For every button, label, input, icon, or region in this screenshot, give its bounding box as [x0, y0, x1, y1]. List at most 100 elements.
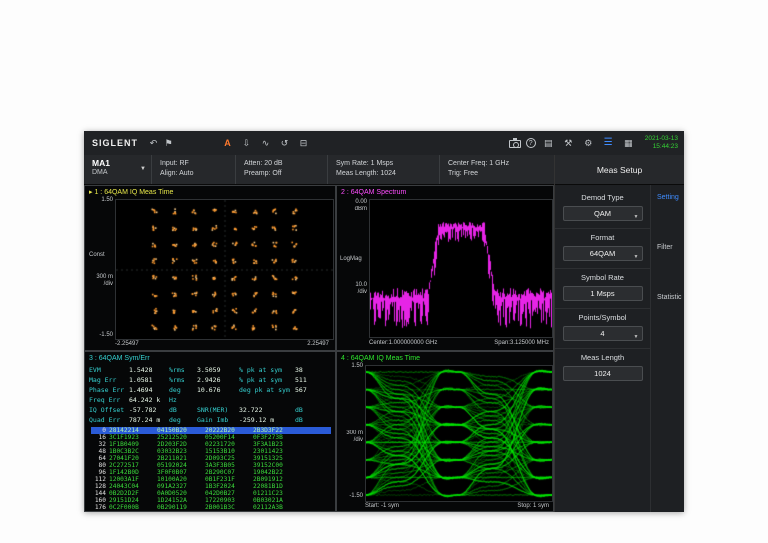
- symbol-table-row[interactable]: 0 28142214 04150B20 20222B20 2B3D3F22: [91, 427, 331, 434]
- metric-row: Quad Err 787.24 m deg Gain Imb -259.12 m dB: [89, 415, 333, 425]
- symbol-index: 0: [102, 427, 106, 434]
- symbol-table-row[interactable]: 16 3C1F1923 25212520 05200F14 0F3F273B: [91, 434, 331, 441]
- metric-row: EVM 1.5428 %rms 3.5059 % pk at sym 38: [89, 365, 333, 375]
- symbol-hex-group: 17220903: [205, 497, 235, 504]
- symbol-table-row[interactable]: 176 0C2F000B 0B290119 2B001B3C 02112A3B: [91, 504, 331, 511]
- symbol-index: 64: [98, 455, 106, 462]
- undo-icon[interactable]: ↶: [146, 135, 161, 151]
- menu-icon[interactable]: ☰: [601, 135, 616, 151]
- window-spectrum[interactable]: 2 : 64QAM Spectrum 0.00 dBm LogMag 10.0 …: [336, 185, 554, 351]
- clock-time: 15:44:23: [652, 143, 678, 150]
- window-title-text: 4 : 64QAM IQ Meas Time: [341, 355, 420, 362]
- symbol-table-row[interactable]: 32 1F1B0409 2D203F2D 02231720 3F3A1B23: [91, 441, 331, 448]
- ref-level-label: 0.00: [355, 199, 367, 205]
- symbol-hex-group: 01211C23: [253, 490, 283, 497]
- metric-cell: 787.24 m: [129, 416, 161, 424]
- symbol-hex-group: 05192024: [157, 462, 187, 469]
- symbol-hex-table: 0 28142214 04150B20 20222B20 2B3D3F22 16 3C1F1…: [91, 427, 331, 511]
- symbol-table-row[interactable]: 160 29151D24 1D24152A 17220903 0B03021A: [91, 497, 331, 504]
- symbol-table-row[interactable]: 96 1F142B0D 3F0F0B07 2B290C07 19042B22: [91, 469, 331, 476]
- symbol-table-row[interactable]: 48 1B0C3B2C 03032B23 15153B10 23011423: [91, 448, 331, 455]
- status-line: Meas Length: 1024: [336, 170, 396, 177]
- x-axis-stop-label: Stop: 1 sym: [517, 503, 549, 509]
- eye-diagram-plot[interactable]: [365, 365, 553, 502]
- dropdown-value: 64QAM: [589, 249, 616, 258]
- history-icon[interactable]: ↺: [277, 135, 292, 151]
- status-bar: MA1 DMA ▼ Input: RF Align: Auto Atten: 2…: [84, 155, 554, 185]
- symbol-table-row[interactable]: 64 27041F20 2B211021 2D093C25 39151325: [91, 455, 331, 462]
- chevron-down-icon: ▼: [140, 166, 146, 172]
- display-icon[interactable]: ⊟: [296, 135, 311, 151]
- symbol-hex-group: 3F3A1B23: [253, 441, 283, 448]
- symbol-hex-group: 29151D24: [109, 497, 139, 504]
- window-eye-diagram[interactable]: 4 : 64QAM IQ Meas Time 1.50 300 m /div -…: [336, 351, 554, 512]
- meas-length-field[interactable]: 1024: [562, 366, 643, 381]
- tab-filter[interactable]: Filter: [657, 244, 684, 251]
- metric-cell: 3.5059: [197, 366, 221, 374]
- y-axis-bottom-label: -1.50: [349, 493, 363, 499]
- field-value: 1 Msps: [590, 289, 615, 298]
- symbol-index: 128: [94, 483, 106, 490]
- symbol-index: 96: [98, 469, 106, 476]
- symbol-table-row[interactable]: 112 12003A1F 10100A20 0B1F231F 2B091912: [91, 476, 331, 483]
- tools-icon[interactable]: ⚒: [561, 135, 576, 151]
- window-sym-err[interactable]: 3 : 64QAM Sym/Err EVM 1.5428 %rms 3.5059 % p…: [84, 351, 336, 512]
- scale-label: 300 m: [96, 274, 113, 280]
- measurement-grid: ▸ 1 : 64QAM IQ Meas Time 1.50 Const 300 …: [84, 185, 554, 512]
- symbol-hex-group: 3A3F3B05: [205, 462, 235, 469]
- group-label: Format: [590, 233, 615, 242]
- metric-cell: % pk at sym: [239, 366, 283, 374]
- symbol-index: 144: [94, 490, 106, 497]
- symbol-hex-group: 0B1F231F: [205, 476, 235, 483]
- signal-icon[interactable]: ∿: [258, 135, 273, 151]
- screenshot-camera-icon[interactable]: [508, 137, 521, 148]
- metric-cell: -259.12 m: [239, 416, 275, 424]
- symbol-hex-group: 2D093C25: [205, 455, 235, 462]
- format-dropdown[interactable]: 64QAM ▼: [562, 246, 643, 261]
- symbol-rate-field[interactable]: 1 Msps: [562, 286, 643, 301]
- metric-cell: SNR(MER): [197, 406, 229, 414]
- help-icon[interactable]: ?: [525, 138, 536, 148]
- symbol-hex-group: 25212520: [157, 434, 187, 441]
- symbol-index: 32: [98, 441, 106, 448]
- tab-setting[interactable]: Setting: [657, 194, 684, 201]
- metric-cell: [295, 395, 333, 405]
- auto-tune-icon[interactable]: A: [220, 135, 235, 151]
- status-field-input: Input: RF Align: Auto: [152, 155, 236, 184]
- symbol-hex-group: 02231720: [205, 441, 235, 448]
- constellation-plot[interactable]: [115, 199, 334, 340]
- status-line: Sym Rate: 1 Msps: [336, 160, 394, 167]
- symbol-table-row[interactable]: 128 24043C04 091A2327 1B3F2024 22081B1D: [91, 483, 331, 490]
- flag-icon[interactable]: ⚑: [161, 135, 176, 151]
- metric-row: Freq Err 64.242 k Hz: [89, 395, 333, 405]
- save-icon[interactable]: ⇩: [239, 135, 254, 151]
- metric-cell: dB: [295, 416, 303, 424]
- mode-selector[interactable]: MA1 DMA ▼: [84, 155, 152, 184]
- settings-gear-icon[interactable]: ⚙: [581, 135, 596, 151]
- panel-groups: Demod Type QAM ▼ Format 64QAM ▼ Symbol R…: [555, 185, 650, 512]
- group-label: Demod Type: [581, 193, 624, 202]
- tab-statistic[interactable]: Statistic: [657, 294, 684, 301]
- symbol-table-row[interactable]: 80 2C272517 05192024 3A3F3B05 39152C00: [91, 462, 331, 469]
- metric-cell: -57.782: [129, 406, 157, 414]
- window-constellation[interactable]: ▸ 1 : 64QAM IQ Meas Time 1.50 Const 300 …: [84, 185, 336, 351]
- metric-cell: 38: [295, 366, 303, 374]
- metric-cell: %rms: [169, 376, 185, 384]
- chevron-down-icon: ▼: [633, 214, 639, 220]
- axis-name-label: LogMag: [340, 256, 362, 262]
- metric-cell: 1.4694: [129, 386, 153, 394]
- metric-cell: 1.5428: [129, 366, 153, 374]
- symbol-hex-group: 2B290C07: [205, 469, 235, 476]
- symbol-hex-group: 15153B10: [205, 448, 235, 455]
- demod-type-dropdown[interactable]: QAM ▼: [562, 206, 643, 221]
- points-per-symbol-dropdown[interactable]: 4 ▼: [562, 326, 643, 341]
- symbol-table-row[interactable]: 144 0B2D2D2F 0A0D0520 042D0B27 01211C23: [91, 490, 331, 497]
- apps-grid-icon[interactable]: ▦: [621, 135, 636, 151]
- y-axis-top-label: 1.50: [351, 363, 363, 369]
- metric-cell: [239, 395, 295, 405]
- symbol-hex-group: 2B211021: [157, 455, 187, 462]
- file-icon[interactable]: ▤: [541, 135, 556, 151]
- metric-cell: 32.722: [239, 406, 263, 414]
- x-axis-right-label: 2.25497: [307, 341, 329, 347]
- spectrum-plot[interactable]: [369, 199, 553, 338]
